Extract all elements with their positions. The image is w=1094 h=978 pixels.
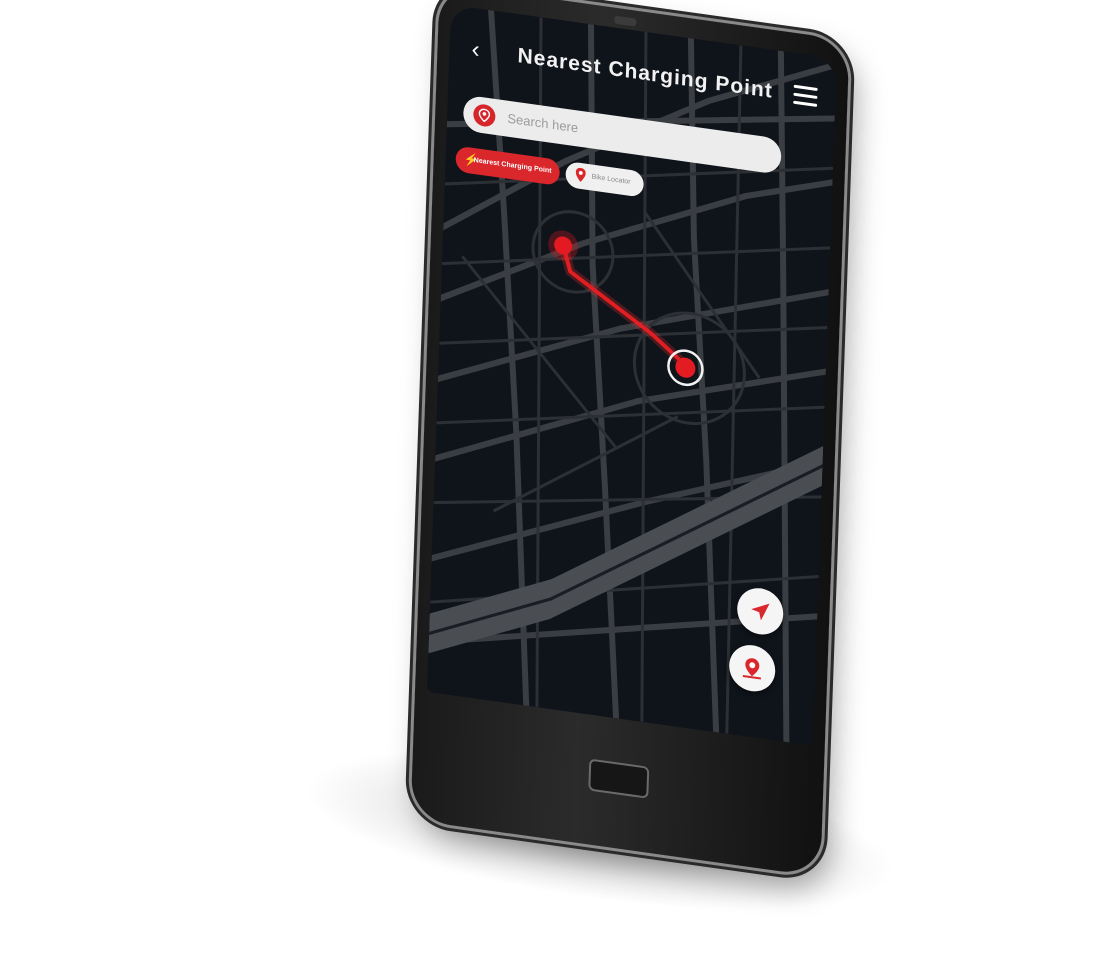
phone-camera bbox=[614, 15, 637, 27]
phone-body: ‹ Nearest Charging Point Search here ⚡ N… bbox=[410, 0, 850, 877]
location-marker-icon bbox=[742, 658, 761, 680]
location-pin-icon bbox=[472, 102, 496, 128]
navigation-arrow-icon bbox=[751, 603, 770, 621]
app-screen: ‹ Nearest Charging Point Search here ⚡ N… bbox=[426, 4, 837, 746]
back-chevron-icon[interactable]: ‹ bbox=[471, 36, 492, 64]
hamburger-menu-icon[interactable] bbox=[793, 84, 818, 108]
chip-label: Nearest Charging Point bbox=[473, 156, 552, 175]
home-button[interactable] bbox=[588, 758, 650, 799]
search-input[interactable]: Search here bbox=[507, 111, 578, 136]
chip-label: Bike Locator bbox=[591, 173, 631, 186]
map-pin-icon bbox=[575, 167, 586, 182]
